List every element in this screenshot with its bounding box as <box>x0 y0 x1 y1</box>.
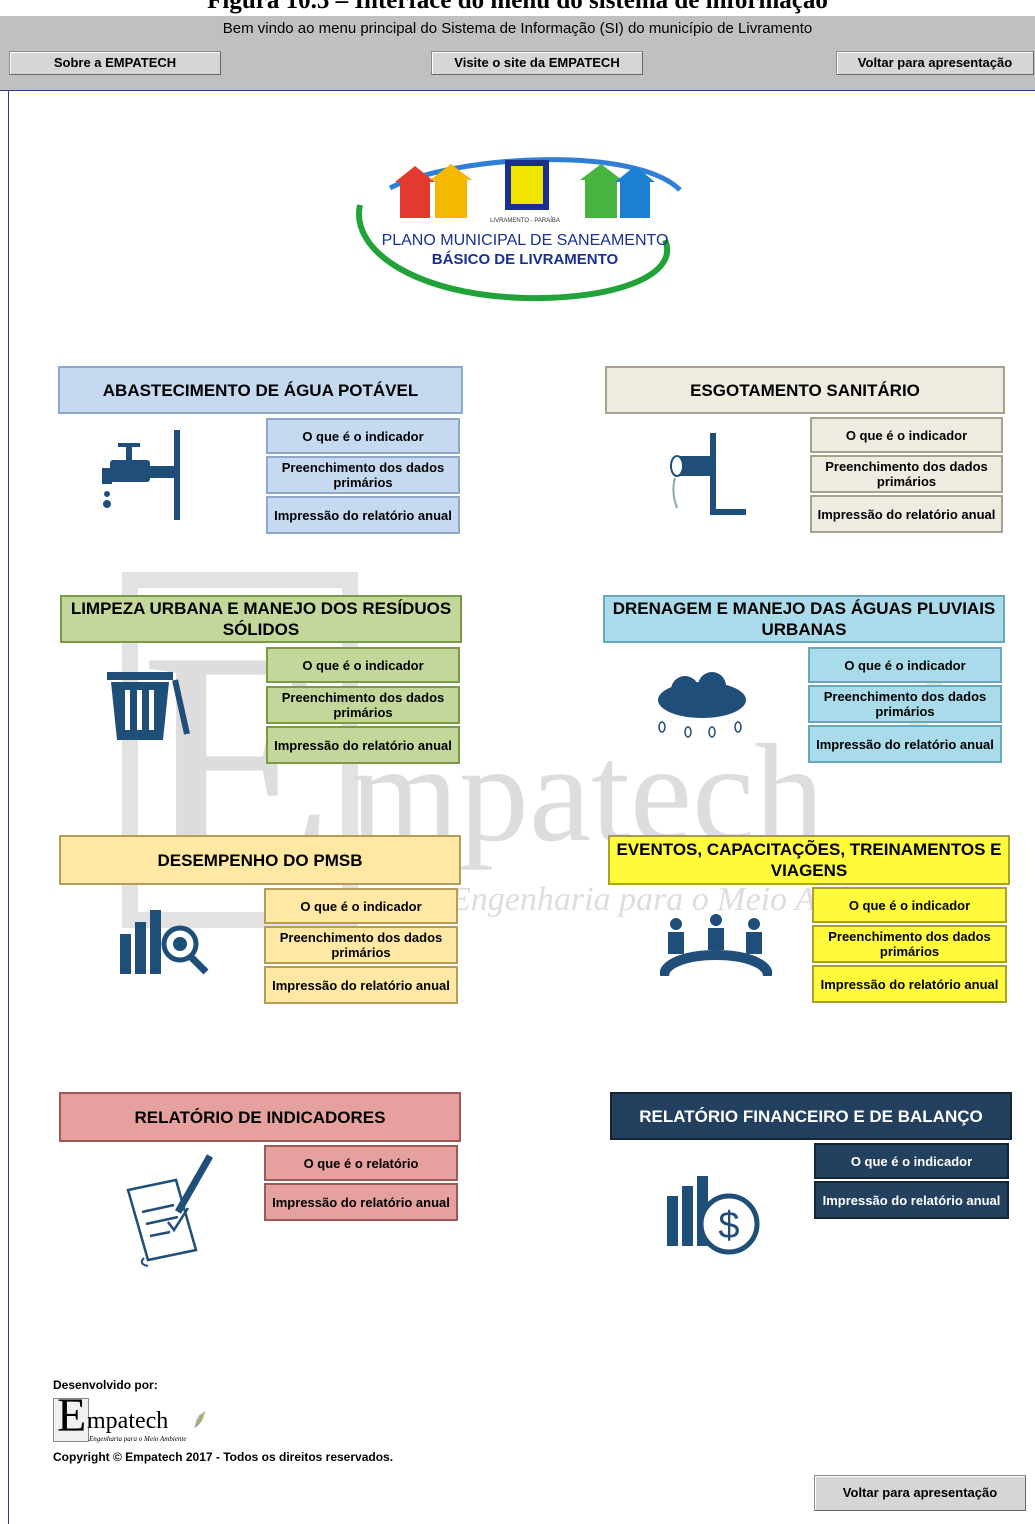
section-title-esgoto[interactable]: ESGOTAMENTO SANITÁRIO <box>605 366 1005 414</box>
drenagem-what-is-button[interactable]: O que é o indicador <box>808 647 1002 683</box>
limpeza-fill-data-button[interactable]: Preenchimento dos dados primários <box>266 686 460 724</box>
eventos-what-is-button[interactable]: O que é o indicador <box>812 887 1007 923</box>
desempenho-fill-data-button[interactable]: Preenchimento dos dados primários <box>264 926 458 964</box>
relatorio-what-is-button[interactable]: O que é o relatório <box>264 1145 458 1181</box>
left-divider <box>8 90 9 1524</box>
svg-text:$: $ <box>718 1205 739 1247</box>
eventos-print-report-button[interactable]: Impressão do relatório anual <box>812 965 1007 1003</box>
leaf-icon <box>194 1411 205 1429</box>
section-title-agua[interactable]: ABASTECIMENTO DE ÁGUA POTÁVEL <box>58 366 463 414</box>
desempenho-what-is-button[interactable]: O que é o indicador <box>264 888 458 924</box>
drenagem-fill-data-button[interactable]: Preenchimento dos dados primários <box>808 685 1002 723</box>
limpeza-what-is-button[interactable]: O que é o indicador <box>266 647 460 683</box>
people-meeting-icon <box>660 914 772 978</box>
relatorio-print-report-button[interactable]: Impressão do relatório anual <box>264 1183 458 1221</box>
agua-print-report-button[interactable]: Impressão do relatório anual <box>266 496 460 534</box>
logo-title-line2: BÁSICO DE LIVRAMENTO <box>432 251 619 268</box>
empatech-footer-logo: E mpatech Engenharia para o Meio Ambient… <box>53 1390 233 1446</box>
trash-bin-icon <box>107 672 190 740</box>
section-title-limpeza[interactable]: LIMPEZA URBANA E MANEJO DOS RESÍDUOS SÓL… <box>60 595 462 643</box>
eventos-fill-data-button[interactable]: Preenchimento dos dados primários <box>812 925 1007 963</box>
document-pen-icon <box>126 1154 214 1267</box>
sewage-pipe-icon <box>670 433 746 515</box>
figure-caption: Figura 10.5 – Interface do menu do siste… <box>0 0 1035 16</box>
logo-seal-text: LIVRAMENTO - PARAÍBA <box>490 217 560 224</box>
agua-fill-data-button[interactable]: Preenchimento dos dados primários <box>266 456 460 494</box>
agua-what-is-button[interactable]: O que é o indicador <box>266 418 460 454</box>
performance-chart-icon <box>120 910 209 975</box>
welcome-message: Bem vindo ao menu principal do Sistema d… <box>222 20 813 37</box>
esgoto-print-report-button[interactable]: Impressão do relatório anual <box>810 495 1003 533</box>
footer-logo-word: mpatech <box>87 1408 169 1434</box>
logo-title-line1: PLANO MUNICIPAL DE SANEAMENTO <box>382 232 669 249</box>
section-title-eventos[interactable]: EVENTOS, CAPACITAÇÕES, TREINAMENTOS E VI… <box>608 835 1010 885</box>
back-to-presentation-button[interactable]: Voltar para apresentação <box>836 51 1034 75</box>
limpeza-print-report-button[interactable]: Impressão do relatório anual <box>266 726 460 764</box>
finance-chart-dollar-icon: $ <box>667 1176 760 1255</box>
about-empatech-button[interactable]: Sobre a EMPATECH <box>9 51 221 75</box>
copyright-text: Copyright © Empatech 2017 - Todos os dir… <box>53 1450 394 1464</box>
footer-logo-initial: E <box>57 1389 87 1442</box>
financeiro-what-is-button[interactable]: O que é o indicador <box>814 1143 1009 1179</box>
drenagem-print-report-button[interactable]: Impressão do relatório anual <box>808 725 1002 763</box>
visit-site-button[interactable]: Visite o site da EMPATECH <box>431 51 643 75</box>
rain-cloud-icon <box>658 672 746 738</box>
section-title-desempenho[interactable]: DESEMPENHO DO PMSB <box>59 835 461 885</box>
section-title-financeiro[interactable]: RELATÓRIO FINANCEIRO E DE BALANÇO <box>610 1092 1012 1140</box>
water-tap-icon <box>102 430 180 520</box>
esgoto-what-is-button[interactable]: O que é o indicador <box>810 417 1003 453</box>
desempenho-print-report-button[interactable]: Impressão do relatório anual <box>264 966 458 1004</box>
footer-logo-tagline: Engenharia para o Meio Ambiente <box>89 1435 187 1443</box>
pmsb-logo: LIVRAMENTO - PARAÍBA PLANO MUNICIPAL DE … <box>356 157 682 302</box>
esgoto-fill-data-button[interactable]: Preenchimento dos dados primários <box>810 455 1003 493</box>
section-title-drenagem[interactable]: DRENAGEM E MANEJO DAS ÁGUAS PLUVIAIS URB… <box>603 595 1005 643</box>
section-title-relatorio[interactable]: RELATÓRIO DE INDICADORES <box>59 1092 461 1142</box>
footer-back-to-presentation-button[interactable]: Voltar para apresentação <box>814 1475 1026 1511</box>
figure-caption-text: Figura 10.5 – Interface do menu do siste… <box>207 0 828 14</box>
financeiro-print-report-button[interactable]: Impressão do relatório anual <box>814 1181 1009 1219</box>
